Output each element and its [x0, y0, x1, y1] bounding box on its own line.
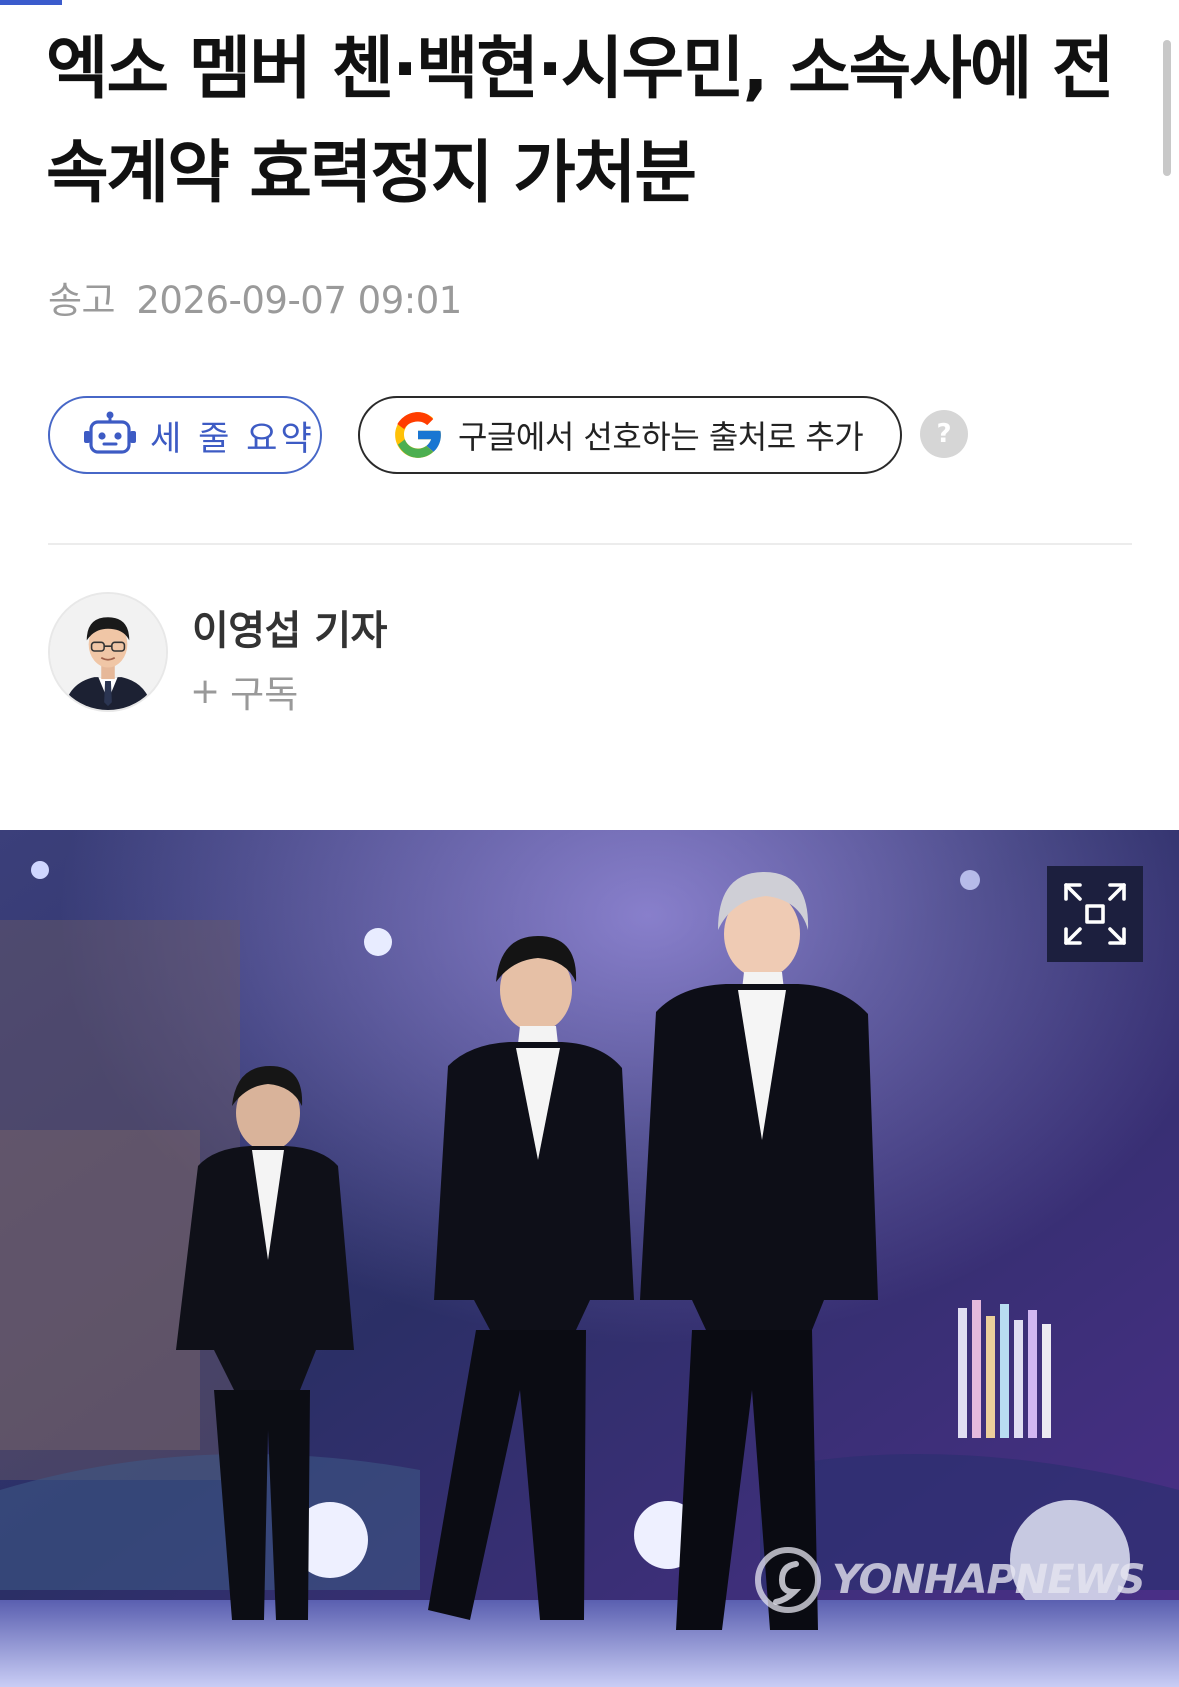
top-accent-bar	[0, 0, 62, 5]
photo-watermark: YONHAPNEWS	[752, 1544, 1145, 1616]
three-line-summary-button[interactable]: 세 줄 요약	[48, 396, 322, 474]
robot-icon	[84, 411, 136, 454]
google-icon	[395, 412, 441, 458]
reporter-portrait	[50, 594, 166, 710]
subscribe-label: 구독	[230, 673, 299, 716]
dateline-label: 송고	[48, 279, 116, 322]
expand-icon	[1064, 883, 1126, 945]
google-button-label: 구글에서 선호하는 출처로 추가	[458, 418, 864, 456]
summary-button-label: 세 줄 요약	[150, 418, 315, 459]
watermark-text: YONHAPNEWS	[832, 1557, 1145, 1603]
article-page: 엑소 멤버 첸·백현·시우민, 소속사에 전속계약 효력정지 가처분 송고 20…	[0, 0, 1179, 1687]
google-preferred-source-button[interactable]: 구글에서 선호하는 출처로 추가	[358, 396, 902, 474]
dateline: 송고 2026-09-07 09:01	[48, 270, 462, 324]
published-date: 2026-09-07 09:01	[136, 279, 462, 322]
scrollbar[interactable]	[1163, 40, 1171, 176]
divider	[48, 543, 1132, 545]
plus-icon: +	[190, 670, 221, 712]
yonhap-logo	[755, 1547, 821, 1613]
article-title: 엑소 멤버 첸·백현·시우민, 소속사에 전속계약 효력정지 가처분	[46, 30, 1115, 213]
expand-photo-button[interactable]	[1047, 866, 1143, 962]
author-avatar[interactable]	[48, 592, 168, 712]
subscribe-button[interactable]: + 구독	[190, 664, 298, 718]
author-name[interactable]: 이영섭 기자	[192, 598, 387, 656]
question-icon[interactable]: ?	[920, 410, 968, 458]
